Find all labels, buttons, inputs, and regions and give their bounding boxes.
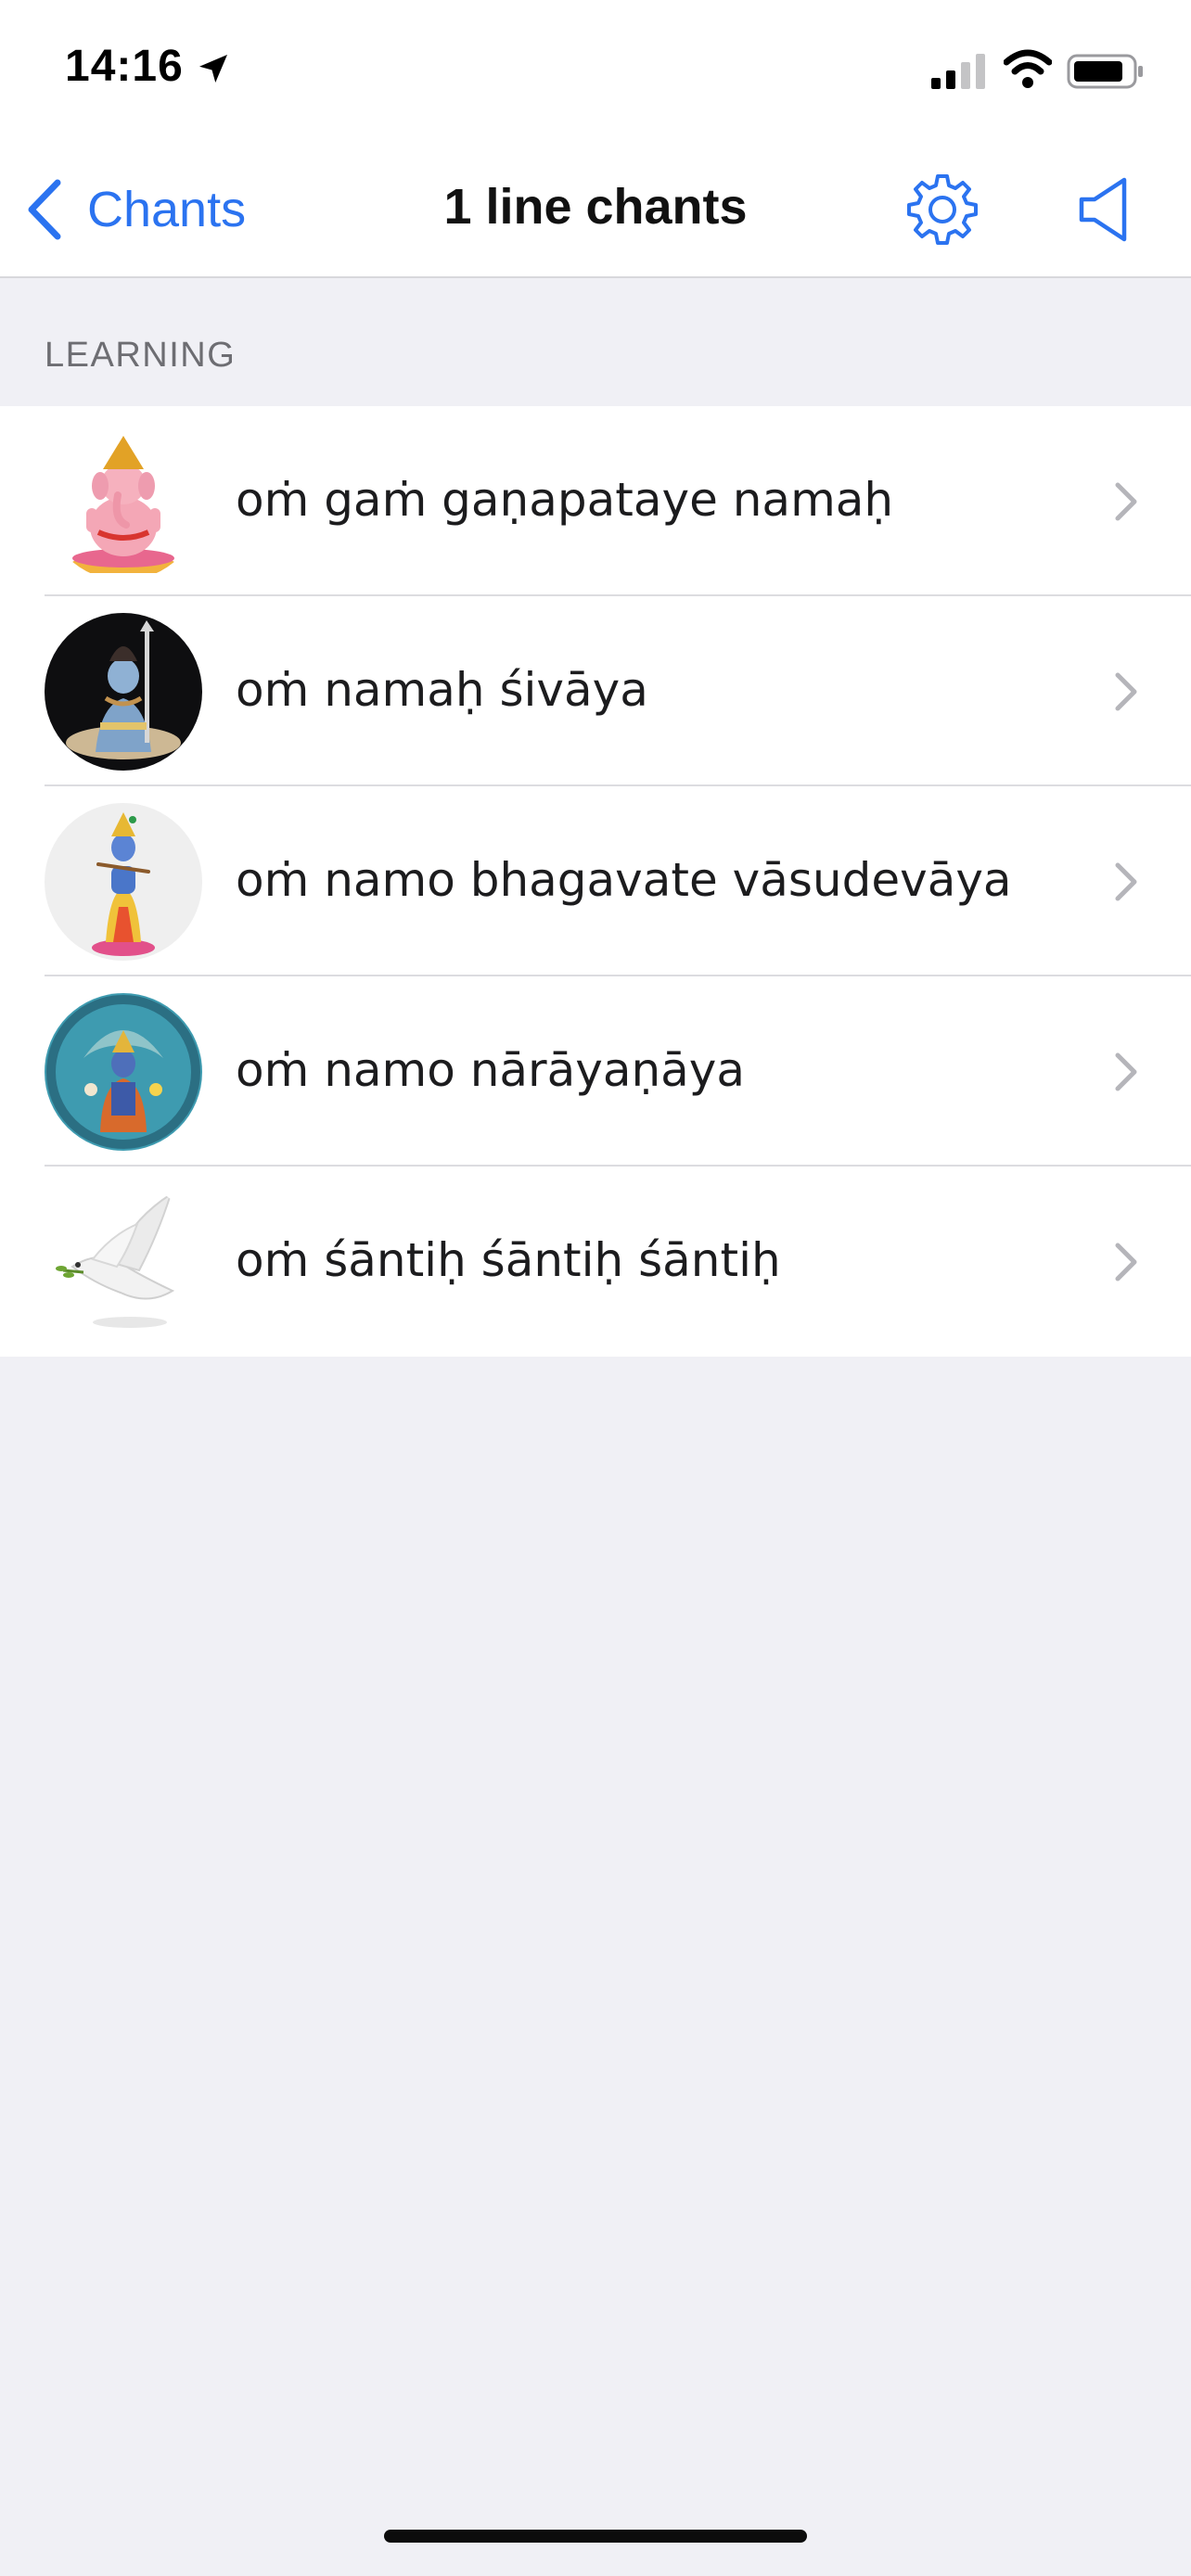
krishna-image [45,803,202,961]
status-bar: 14:16 [0,0,1191,139]
location-arrow-icon [199,55,227,83]
list-item[interactable]: oṁ namo bhagavate vāsudevāya [0,786,1191,976]
list-item[interactable]: oṁ gaṁ gaṇapataye namaḥ [0,406,1191,596]
chant-list: oṁ gaṁ gaṇapataye namaḥ oṁ namaḥ śivāya [0,406,1191,1357]
chevron-right-icon [1115,482,1137,521]
item-label: oṁ gaṁ gaṇapataye namaḥ [236,473,894,527]
ganesha-image [45,423,202,580]
item-label: oṁ śāntiḥ śāntiḥ śāntiḥ [236,1233,781,1287]
page-title: 1 line chants [443,179,748,235]
list-item[interactable]: oṁ namo nārāyaṇāya [0,976,1191,1167]
chevron-right-icon [1115,672,1137,711]
wifi-icon [1004,49,1052,88]
item-label: oṁ namaḥ śivāya [236,663,648,717]
list-item[interactable]: oṁ namaḥ śivāya [0,596,1191,786]
list-item[interactable]: oṁ śāntiḥ śāntiḥ śāntiḥ [0,1167,1191,1357]
home-indicator[interactable] [384,2530,807,2543]
battery-icon [1067,54,1143,89]
shiva-image [45,613,202,771]
cellular-signal-icon [931,54,985,89]
narayana-image [45,993,202,1151]
item-label: oṁ namo nārāyaṇāya [236,1043,746,1097]
item-label: oṁ namo bhagavate vāsudevāya [236,853,1012,907]
chevron-right-icon [1115,1052,1137,1091]
settings-gear-icon[interactable] [903,171,981,249]
chevron-right-icon [1115,862,1137,901]
navigation-bar: Chants 1 line chants [0,139,1191,278]
section-header: LEARNING [45,336,237,375]
dove-image [45,1183,202,1341]
status-time: 14:16 [65,42,184,91]
chevron-right-icon [1115,1243,1137,1282]
speaker-icon[interactable] [1076,174,1133,245]
